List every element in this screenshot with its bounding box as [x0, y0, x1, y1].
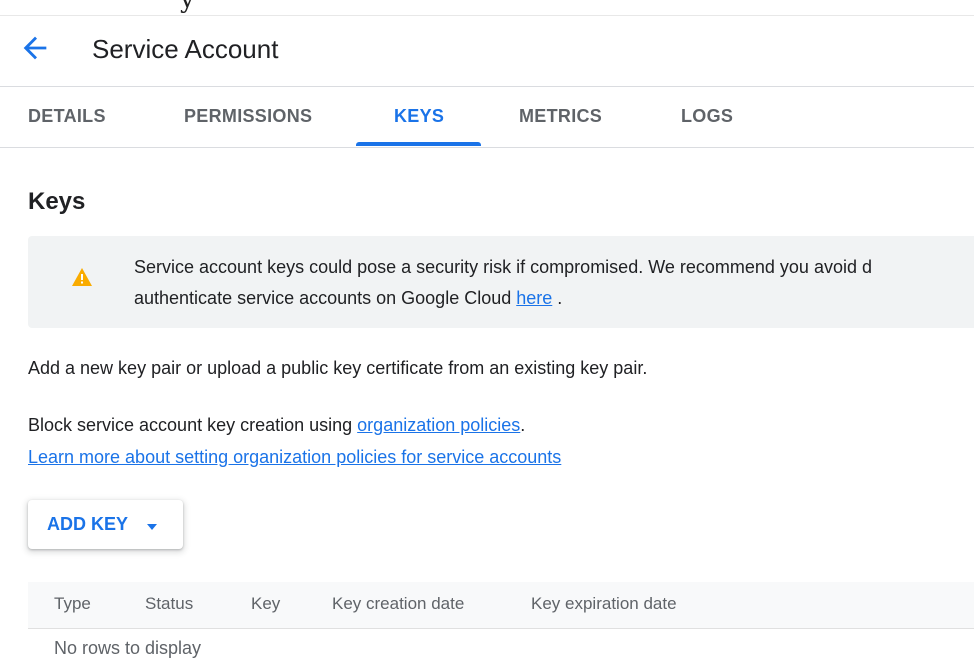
tab-logs[interactable]: LOGS	[681, 87, 733, 145]
warning-line-1: Service account keys could pose a securi…	[134, 257, 872, 277]
block-key-suffix: .	[520, 415, 526, 435]
column-header-key-expiration-date[interactable]: Key expiration date	[531, 594, 677, 614]
tab-permissions[interactable]: PERMISSIONS	[184, 87, 312, 145]
block-key-prefix: Block service account key creation using	[28, 415, 358, 435]
tab-keys[interactable]: KEYS	[394, 87, 444, 145]
security-warning-banner: Service account keys could pose a securi…	[28, 236, 974, 328]
column-header-key-creation-date[interactable]: Key creation date	[332, 594, 464, 614]
tab-bar: DETAILS PERMISSIONS KEYS METRICS LOGS	[0, 87, 974, 148]
active-tab-indicator	[356, 142, 481, 146]
add-key-button-label: ADD KEY	[47, 514, 129, 534]
tab-metrics[interactable]: METRICS	[519, 87, 602, 145]
caret-down-icon	[145, 519, 159, 530]
page-header: Service Account	[0, 16, 974, 87]
warning-triangle-icon	[71, 267, 93, 287]
organization-policies-link[interactable]: organization policies	[357, 415, 520, 435]
learn-more-link[interactable]: Learn more about setting organization po…	[28, 447, 561, 467]
warning-text: Service account keys could pose a securi…	[134, 252, 974, 314]
top-strip: y	[0, 0, 974, 16]
warning-line-2-suffix: .	[552, 288, 563, 308]
page-title: Service Account	[92, 34, 279, 64]
empty-table-message: No rows to display	[54, 638, 202, 658]
add-key-description: Add a new key pair or upload a public ke…	[28, 358, 648, 378]
section-title: Keys	[28, 188, 86, 215]
clipped-heading-text: y	[180, 0, 195, 14]
warning-line-2-prefix: authenticate service accounts on Google …	[134, 288, 517, 308]
learn-more-row: Learn more about setting organization po…	[28, 447, 561, 468]
block-key-creation-text: Block service account key creation using…	[28, 415, 525, 436]
column-header-status[interactable]: Status	[145, 594, 193, 614]
tab-details[interactable]: DETAILS	[28, 87, 106, 145]
column-header-key[interactable]: Key	[251, 594, 280, 614]
column-header-type[interactable]: Type	[54, 594, 91, 614]
warning-line-2: authenticate service accounts on Google …	[134, 283, 974, 314]
add-key-button[interactable]: ADD KEY	[28, 500, 183, 549]
back-arrow-icon[interactable]	[18, 31, 52, 65]
here-link[interactable]: here	[516, 288, 552, 308]
keys-table-header: Type Status Key Key creation date Key ex…	[28, 582, 974, 629]
